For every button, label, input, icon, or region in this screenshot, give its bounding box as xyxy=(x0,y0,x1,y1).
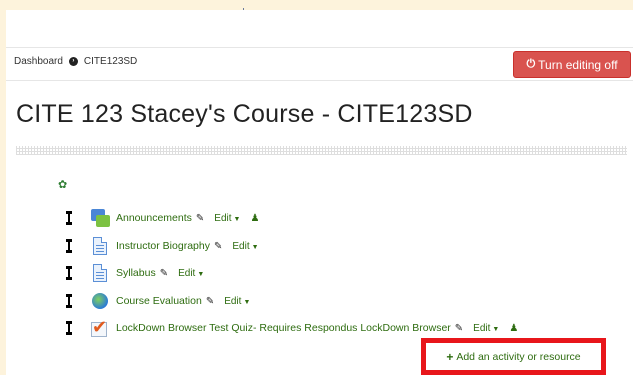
activity-link-announcements[interactable]: Announcements xyxy=(116,212,192,224)
power-icon: ⏻ xyxy=(526,58,536,70)
edit-label: Edit xyxy=(224,295,242,307)
move-icon[interactable] xyxy=(64,239,74,253)
plus-icon: + xyxy=(446,349,454,364)
edit-menu[interactable]: Edit ▼ xyxy=(232,241,258,252)
breadcrumb-dashboard[interactable]: Dashboard xyxy=(14,56,63,67)
feedback-icon xyxy=(90,291,110,311)
add-activity-button[interactable]: + Add an activity or resource xyxy=(427,344,600,369)
user-icon[interactable]: ♟ xyxy=(250,213,259,224)
edit-menu[interactable]: Edit ▼ xyxy=(214,213,240,224)
edit-label: Edit xyxy=(178,267,196,279)
forum-icon xyxy=(90,208,110,228)
activity-link-lockdown-quiz[interactable]: LockDown Browser Test Quiz- Requires Res… xyxy=(116,322,451,334)
edit-menu[interactable]: Edit ▼ xyxy=(224,296,250,307)
caret-down-icon: ▼ xyxy=(251,243,259,251)
caret-down-icon: ▼ xyxy=(233,215,241,223)
gear-icon[interactable]: ✿ xyxy=(58,180,69,191)
move-icon[interactable] xyxy=(64,321,74,335)
caret-down-icon: ▼ xyxy=(197,270,205,278)
activity-row: ✔ LockDown Browser Test Quiz- Requires R… xyxy=(64,317,518,339)
activity-link-course-evaluation[interactable]: Course Evaluation xyxy=(116,295,202,307)
caret-down-icon: ▼ xyxy=(492,325,500,333)
pencil-icon[interactable]: ✎ xyxy=(160,268,168,279)
breadcrumb: Dashboard › CITE123SD xyxy=(14,56,137,67)
edit-label: Edit xyxy=(473,322,491,334)
pencil-icon[interactable]: ✎ xyxy=(455,323,463,334)
turn-editing-off-button[interactable]: ⏻ Turn editing off xyxy=(513,51,631,78)
page-icon xyxy=(90,236,110,256)
add-activity-label: Add an activity or resource xyxy=(456,350,581,363)
activity-link-syllabus[interactable]: Syllabus xyxy=(116,267,156,279)
pencil-icon[interactable]: ✎ xyxy=(206,296,214,307)
caret-down-icon: ▼ xyxy=(243,298,251,306)
activity-row: Instructor Biography ✎ Edit ▼ xyxy=(64,235,259,257)
chevron-right-icon: › xyxy=(68,57,78,66)
section-divider xyxy=(16,146,627,155)
move-icon[interactable] xyxy=(64,211,74,225)
page-icon xyxy=(90,263,110,283)
pencil-icon[interactable]: ✎ xyxy=(214,241,222,252)
activity-row: Syllabus ✎ Edit ▼ xyxy=(64,262,204,284)
edit-menu[interactable]: Edit ▼ xyxy=(473,323,499,334)
edit-label: Edit xyxy=(214,212,232,224)
user-icon[interactable]: ♟ xyxy=(509,323,518,334)
activity-link-instructor-biography[interactable]: Instructor Biography xyxy=(116,240,210,252)
quiz-icon: ✔ xyxy=(91,317,108,337)
edit-menu[interactable]: Edit ▼ xyxy=(178,268,204,279)
pencil-icon[interactable]: ✎ xyxy=(196,213,204,224)
edit-label: Edit xyxy=(232,240,250,252)
turn-editing-off-label: Turn editing off xyxy=(538,57,618,72)
activity-row: Course Evaluation ✎ Edit ▼ xyxy=(64,290,250,312)
move-icon[interactable] xyxy=(64,294,74,308)
activity-row: Announcements ✎ Edit ▼ ♟ xyxy=(64,207,259,229)
breadcrumb-course[interactable]: CITE123SD xyxy=(84,56,137,67)
move-icon[interactable] xyxy=(64,266,74,280)
breadcrumb-bar: Dashboard › CITE123SD ⏻ Turn editing off xyxy=(6,47,633,81)
page-title: CITE 123 Stacey's Course - CITE123SD xyxy=(16,100,473,128)
